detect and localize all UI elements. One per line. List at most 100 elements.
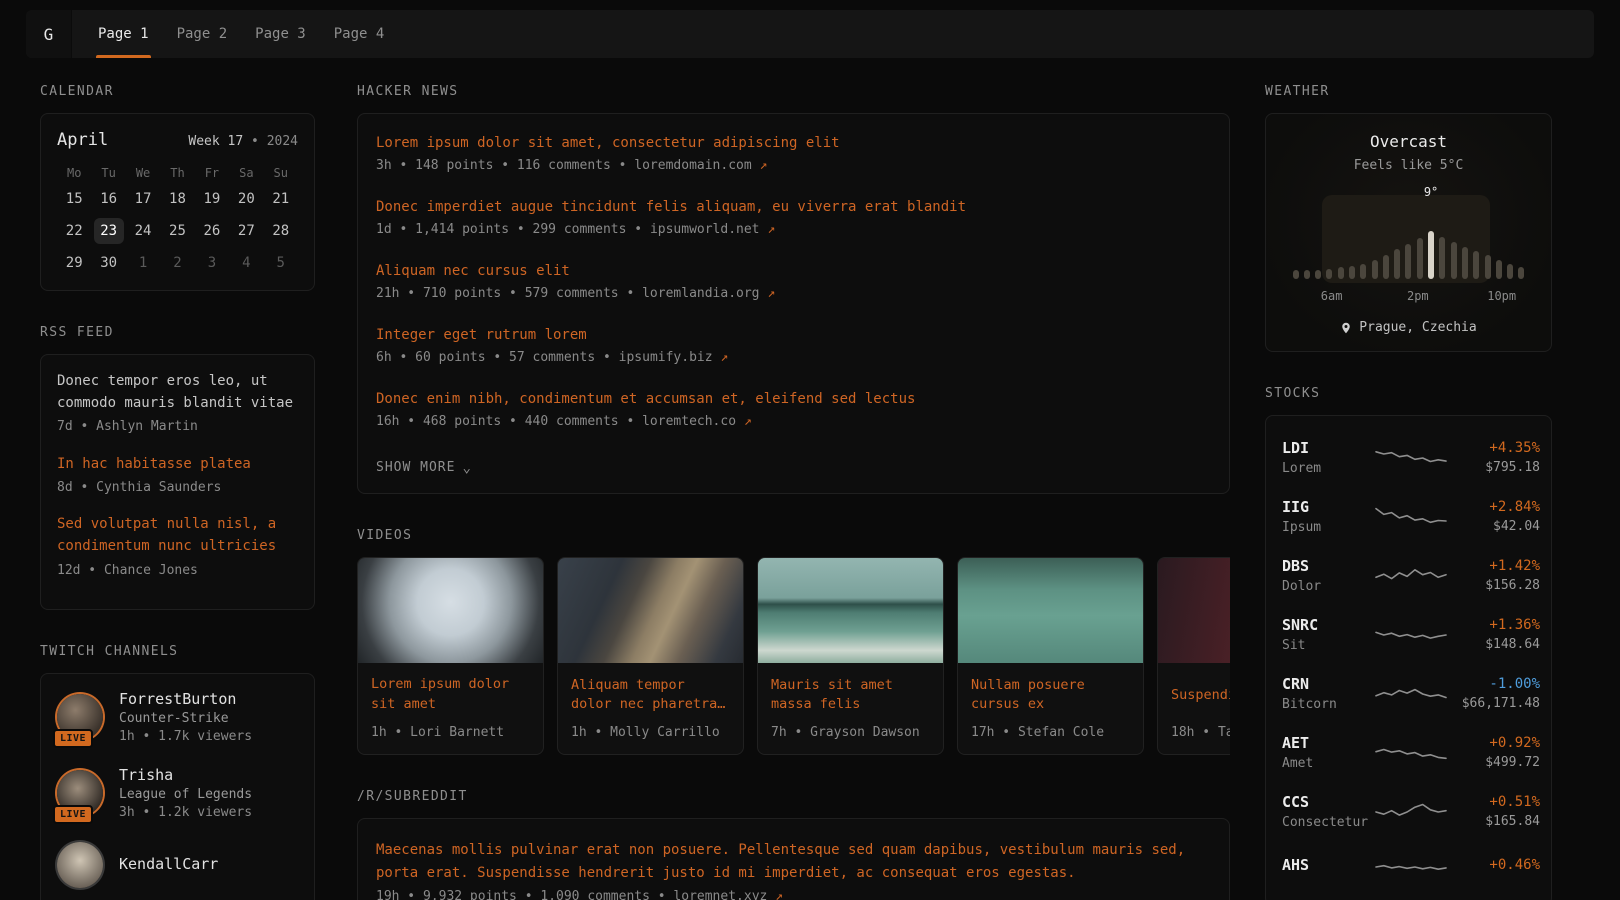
stock-ticker: DBS [1282,557,1374,575]
calendar-day[interactable]: 16 [94,186,124,212]
twitch-avatar [57,842,103,888]
hackernews-item-domain[interactable]: loremdomain.com [634,158,751,173]
rss-item-link[interactable]: Donec tempor eros leo, ut commodo mauris… [57,371,298,414]
middle-column: HACKER NEWS Lorem ipsum dolor sit amet, … [357,84,1230,900]
twitch-channel-row[interactable]: LIVE Trisha League of Legends 3h • 1.2k … [57,766,298,820]
calendar-day[interactable]: 25 [162,218,192,244]
calendar-day[interactable]: 30 [94,250,124,276]
calendar-weekday: Th [160,166,194,186]
page-tab[interactable]: Page 2 [175,10,230,58]
calendar-day[interactable]: 19 [197,186,227,212]
hackernews-item-link[interactable]: Lorem ipsum dolor sit amet, consectetur … [376,134,840,153]
twitch-channel-name[interactable]: ForrestBurton [119,690,252,708]
video-title-link[interactable]: Nullam posuere cursus ex [971,675,1130,715]
twitch-channel-meta: 1h • 1.7k viewers [119,729,252,744]
page-tab[interactable]: Page 1 [96,10,151,58]
video-thumbnail[interactable] [558,558,743,663]
hackernews-item-domain[interactable]: loremlandia.org [642,286,759,301]
weather-feels-like: Feels like 5°C [1280,158,1537,173]
video-thumbnail[interactable] [358,558,543,663]
weather-bar [1326,269,1332,279]
calendar-day[interactable]: 18 [162,186,192,212]
calendar-day[interactable]: 15 [59,186,89,212]
subreddit-item-link[interactable]: Maecenas mollis pulvinar erat non posuer… [376,839,1211,884]
weather-bar [1394,249,1400,279]
twitch-channel-info: KendallCarr [119,855,218,876]
hackernews-item-link[interactable]: Aliquam nec cursus elit [376,262,570,281]
subreddit-item-meta: 19h • 9,932 points • 1,090 comments • lo… [376,888,1211,900]
calendar-day[interactable]: 20 [231,186,261,212]
twitch-channel-row[interactable]: LIVE ForrestBurton Counter-Strike 1h • 1… [57,690,298,744]
video-title-link[interactable]: Mauris sit amet massa felis [771,675,930,715]
hackernews-item-domain[interactable]: loremtech.co [642,414,736,429]
calendar-day[interactable]: 26 [197,218,227,244]
page-tab[interactable]: Page 4 [332,10,387,58]
video-thumbnail[interactable] [958,558,1143,663]
hackernews-item-link[interactable]: Donec enim nibh, condimentum et accumsan… [376,390,915,409]
calendar-day[interactable]: 23 [94,218,124,244]
subreddit-item-domain[interactable]: loremnet.xyz [673,889,767,900]
hackernews-item-link[interactable]: Integer eget rutrum lorem [376,326,587,345]
video-title-link[interactable]: Lorem ipsum dolor sit amet consectetu… [371,675,530,715]
twitch-channel-name[interactable]: Trisha [119,766,252,784]
weather-bar [1383,255,1389,279]
video-thumbnail[interactable] [758,558,943,663]
hackernews-item-domain[interactable]: ipsumify.biz [619,350,713,365]
calendar-day[interactable]: 1 [128,250,158,276]
video-thumbnail[interactable] [1158,558,1230,663]
weather-bar [1338,267,1344,279]
stock-price: $795.18 [1448,460,1540,475]
calendar-day[interactable]: 28 [266,218,296,244]
stock-row: LDI Lorem +4.35% $795.18 [1282,428,1535,487]
hackernews-item-meta: 16h • 468 points • 440 comments • loremt… [376,413,1211,431]
calendar-widget: CALENDAR April Week 17 • 2024 MoTuWeThFr… [40,84,315,291]
weather-bars: 9° [1292,207,1525,279]
weather-condition: Overcast [1280,132,1537,151]
video-meta: 1h • Lori Barnett [371,725,530,740]
calendar-day[interactable]: 27 [231,218,261,244]
stock-price: $165.84 [1448,814,1540,829]
stock-name: Amet [1282,756,1374,771]
calendar-day[interactable]: 4 [231,250,261,276]
rss-item-link[interactable]: In hac habitasse platea [57,454,251,476]
calendar-day[interactable]: 21 [266,186,296,212]
video-card[interactable]: Mauris sit amet massa felis 7h • Grayson… [757,557,944,755]
hackernews-item-domain[interactable]: ipsumworld.net [650,222,760,237]
hackernews-show-more-button[interactable]: SHOW MORE⌄ [376,456,472,479]
video-title-link[interactable]: Suspendisse diam [1171,675,1230,715]
video-card[interactable]: Suspendisse diam 18h • Tara [1157,557,1230,755]
rss-item: Donec tempor eros leo, ut commodo mauris… [57,371,298,437]
twitch-channel-row[interactable]: KendallCarr [57,842,298,888]
stock-row: AET Amet +0.92% $499.72 [1282,723,1535,782]
hackernews-item-meta: 1d • 1,414 points • 299 comments • ipsum… [376,221,1211,239]
calendar-day[interactable]: 24 [128,218,158,244]
app-logo[interactable]: G [26,10,72,58]
calendar-day[interactable]: 5 [266,250,296,276]
video-card-body: Suspendisse diam 18h • Tara [1158,663,1230,754]
hackernews-item-link[interactable]: Donec imperdiet augue tincidunt felis al… [376,198,966,217]
weather-bar [1507,264,1513,279]
rss-item-link[interactable]: Sed volutpat nulla nisl, a condimentum n… [57,514,298,557]
page-tab[interactable]: Page 3 [253,10,308,58]
calendar-day[interactable]: 29 [59,250,89,276]
calendar-day[interactable]: 17 [128,186,158,212]
calendar-day[interactable]: 3 [197,250,227,276]
video-card[interactable]: Nullam posuere cursus ex 17h • Stefan Co… [957,557,1144,755]
calendar-day[interactable]: 22 [59,218,89,244]
calendar-day[interactable]: 2 [162,250,192,276]
stock-change: +1.36% [1448,617,1540,633]
rss-item-meta: 7d • Ashlyn Martin [57,418,298,436]
hackernews-item-meta: 3h • 148 points • 116 comments • loremdo… [376,157,1211,175]
stock-name: Consectetur [1282,815,1374,830]
video-title-link[interactable]: Aliquam tempor dolor nec pharetra… [571,675,730,715]
stock-info: AET Amet [1282,734,1374,771]
stock-info: SNRC Sit [1282,616,1374,653]
stock-change: +0.46% [1448,857,1540,873]
stock-price: $499.72 [1448,755,1540,770]
video-card[interactable]: Aliquam tempor dolor nec pharetra… 1h • … [557,557,744,755]
video-meta: 17h • Stefan Cole [971,725,1130,740]
weather-bar [1485,255,1491,279]
twitch-avatar-wrap: LIVE [57,770,103,816]
twitch-channel-name[interactable]: KendallCarr [119,855,218,873]
video-card[interactable]: Lorem ipsum dolor sit amet consectetu… 1… [357,557,544,755]
